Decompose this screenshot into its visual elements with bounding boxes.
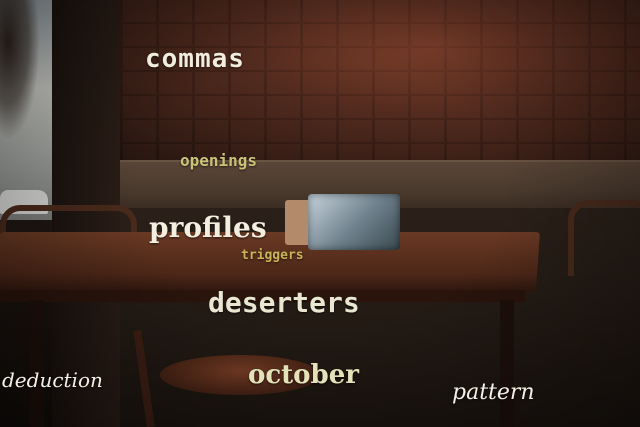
word-openings: openings [180,151,258,170]
word-triggers: triggers [241,248,304,263]
window-tree [0,0,40,140]
brick-wall-light [120,0,640,160]
word-deduction: deduction [2,368,103,392]
word-pattern: pattern [452,380,535,405]
table-sign [308,194,400,250]
window [0,0,58,220]
chair-back-right [568,200,640,276]
word-deserters: deserters [208,286,360,319]
word-october: october [248,360,359,390]
table-leg [30,300,44,427]
word-profiles: profiles [149,211,267,244]
table-leg [500,300,514,427]
cafe-photo: commas openings profiles triggers desert… [0,0,640,427]
word-commas: commas [145,44,245,74]
